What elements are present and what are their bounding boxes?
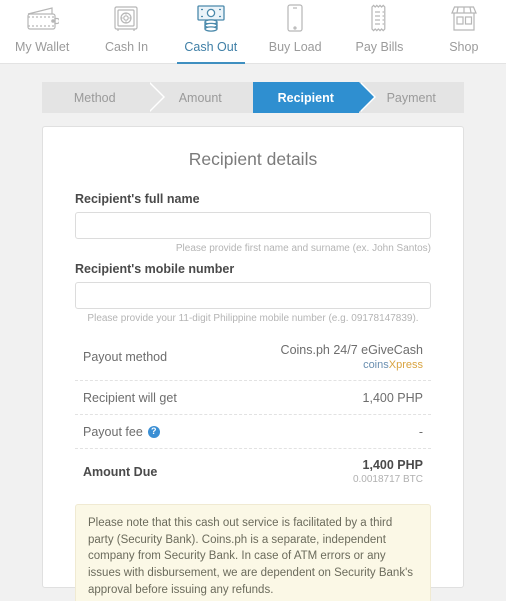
nav-label: My Wallet bbox=[14, 40, 70, 54]
nav-label: Shop bbox=[449, 40, 479, 54]
amount-due-label: Amount Due bbox=[83, 464, 158, 479]
amount-due-value-group: 1,400 PHP 0.0018717 BTC bbox=[353, 458, 423, 485]
summary-row-payout-method: Payout method Coins.ph 24/7 eGiveCash co… bbox=[75, 334, 431, 381]
payout-fee-value: - bbox=[418, 424, 423, 439]
summary-row-payout-fee: Payout fee ? - bbox=[75, 415, 431, 449]
mobile-number-help-text: Please provide your 11-digit Philippine … bbox=[87, 313, 419, 324]
nav-label: Buy Load bbox=[268, 40, 322, 54]
full-name-field-group: Recipient's full name Please provide fir… bbox=[75, 192, 431, 254]
nav-item-cash-out[interactable]: Cash Out bbox=[169, 0, 253, 64]
summary-row-recipient-will-get: Recipient will get 1,400 PHP bbox=[75, 381, 431, 415]
order-summary: Payout method Coins.ph 24/7 eGiveCash co… bbox=[75, 334, 431, 494]
recipient-full-name-input[interactable] bbox=[75, 212, 431, 239]
step-label: Payment bbox=[386, 90, 436, 105]
payout-method-value-group: Coins.ph 24/7 eGiveCash coinsXpress bbox=[281, 343, 423, 371]
step-method[interactable]: Method bbox=[42, 82, 165, 113]
checkout-stepper: Method Amount Recipient Payment bbox=[42, 82, 464, 113]
storefront-icon bbox=[448, 0, 480, 37]
nav-item-shop[interactable]: Shop bbox=[422, 0, 506, 63]
receipt-icon bbox=[367, 0, 391, 37]
mobile-phone-icon bbox=[284, 0, 306, 37]
step-label: Recipient bbox=[277, 90, 334, 105]
third-party-notice: Please note that this cash out service i… bbox=[75, 504, 431, 601]
full-name-label: Recipient's full name bbox=[75, 192, 200, 206]
main-navigation: My Wallet Cash In Cash Out Buy Load Pay … bbox=[0, 0, 506, 64]
mobile-number-label: Recipient's mobile number bbox=[75, 262, 235, 276]
page-title: Recipient details bbox=[188, 149, 318, 169]
payout-method-value: Coins.ph 24/7 eGiveCash bbox=[280, 343, 423, 357]
recipient-will-get-label: Recipient will get bbox=[83, 390, 177, 405]
payout-method-label: Payout method bbox=[83, 350, 168, 364]
coinsxpress-logo: coinsXpress bbox=[363, 359, 423, 371]
mobile-number-field-group: Recipient's mobile number Please provide… bbox=[75, 262, 431, 324]
nav-label: Pay Bills bbox=[355, 40, 404, 54]
amount-due-value: 1,400 PHP bbox=[362, 458, 423, 472]
wallet-icon bbox=[25, 0, 60, 37]
step-recipient[interactable]: Recipient bbox=[253, 82, 376, 113]
brand-primary-text: coins bbox=[363, 359, 389, 371]
amount-due-btc-value: 0.0018717 BTC bbox=[352, 474, 423, 485]
step-arrow bbox=[358, 82, 374, 112]
recipient-will-get-value: 1,400 PHP bbox=[362, 390, 423, 405]
checkout-stepper-container: Method Amount Recipient Payment bbox=[0, 64, 506, 113]
payout-fee-label: Payout fee bbox=[83, 424, 143, 439]
active-tab-underline bbox=[176, 62, 245, 64]
step-label: Amount bbox=[178, 90, 222, 105]
nav-label: Cash In bbox=[104, 40, 149, 54]
nav-item-cash-in[interactable]: Cash In bbox=[84, 0, 168, 63]
banknote-coins-icon bbox=[193, 0, 229, 37]
brand-accent-text: Xpress bbox=[388, 359, 423, 371]
nav-label: Cash Out bbox=[184, 40, 238, 54]
nav-item-my-wallet[interactable]: My Wallet bbox=[0, 0, 84, 63]
question-mark-icon[interactable]: ? bbox=[147, 425, 160, 438]
step-arrow bbox=[147, 82, 163, 112]
safe-icon bbox=[111, 0, 141, 37]
summary-row-amount-due: Amount Due 1,400 PHP 0.0018717 BTC bbox=[75, 449, 431, 494]
payout-fee-label-group: Payout fee ? bbox=[83, 425, 160, 439]
nav-item-buy-load[interactable]: Buy Load bbox=[253, 0, 337, 63]
nav-item-pay-bills[interactable]: Pay Bills bbox=[337, 0, 421, 63]
step-label: Method bbox=[73, 90, 116, 105]
recipient-mobile-number-input[interactable] bbox=[75, 282, 431, 309]
full-name-help-text: Please provide first name and surname (e… bbox=[175, 243, 431, 254]
recipient-details-card: Recipient details Recipient's full name … bbox=[42, 126, 464, 601]
